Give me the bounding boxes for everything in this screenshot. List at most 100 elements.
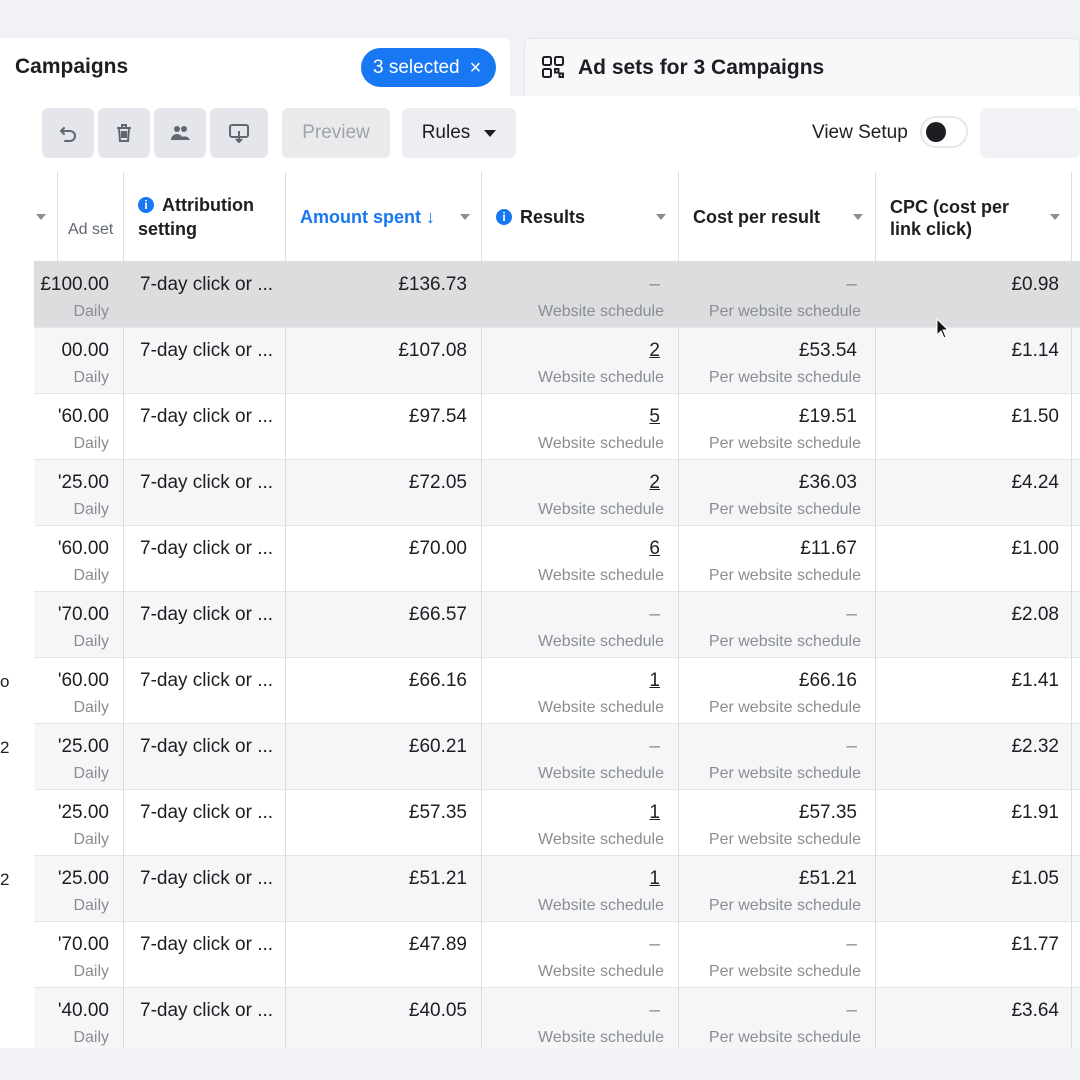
cost-per-result-cell[interactable]: £51.21 Per website schedule <box>679 856 876 922</box>
export-button[interactable] <box>210 108 268 158</box>
amount-spent-cell[interactable]: £40.05 <box>286 988 482 1048</box>
results-cell[interactable]: 5 Website schedule <box>482 394 679 460</box>
table-row[interactable]: '60.00 Daily 7-day click or ... £70.00 6 Webs… <box>34 526 1080 592</box>
header-adset[interactable]: Ad set <box>58 172 124 262</box>
header-cost-per-result[interactable]: Cost per result <box>679 172 876 262</box>
cost-per-result-cell[interactable]: £19.51 Per website schedule <box>679 394 876 460</box>
table-row[interactable]: '70.00 Daily 7-day click or ... £47.89 – Webs… <box>34 922 1080 988</box>
toolbar-right-button[interactable] <box>980 108 1080 158</box>
attribution-cell[interactable]: 7-day click or ... <box>124 262 286 328</box>
results-value[interactable]: 5 <box>649 406 660 428</box>
cpc-cell[interactable]: £1.41 <box>876 658 1072 724</box>
attribution-cell[interactable]: 7-day click or ... <box>124 922 286 988</box>
budget-cell[interactable]: '60.00 Daily <box>34 526 124 592</box>
budget-cell[interactable]: '25.00 Daily <box>34 724 124 790</box>
results-cell[interactable]: 2 Website schedule <box>482 328 679 394</box>
cost-per-result-cell[interactable]: £57.35 Per website schedule <box>679 790 876 856</box>
results-cell[interactable]: 1 Website schedule <box>482 790 679 856</box>
table-row[interactable]: '25.00 Daily 7-day click or ... £51.21 1 Webs… <box>34 856 1080 922</box>
cpc-cell[interactable]: £1.50 <box>876 394 1072 460</box>
cost-per-result-cell[interactable]: £36.03 Per website schedule <box>679 460 876 526</box>
view-setup-toggle[interactable] <box>920 116 968 148</box>
cost-per-result-cell[interactable]: – Per website schedule <box>679 922 876 988</box>
amount-spent-cell[interactable]: £72.05 <box>286 460 482 526</box>
results-cell[interactable]: – Website schedule <box>482 724 679 790</box>
attribution-cell[interactable]: 7-day click or ... <box>124 526 286 592</box>
results-cell[interactable]: 2 Website schedule <box>482 460 679 526</box>
results-cell[interactable]: – Website schedule <box>482 922 679 988</box>
table-row[interactable]: '25.00 Daily 7-day click or ... £57.35 1 Webs… <box>34 790 1080 856</box>
attribution-cell[interactable]: 7-day click or ... <box>124 658 286 724</box>
cpc-cell[interactable]: £4.24 <box>876 460 1072 526</box>
cost-per-result-cell[interactable]: £11.67 Per website schedule <box>679 526 876 592</box>
cpc-cell[interactable]: £1.77 <box>876 922 1072 988</box>
results-value[interactable]: 2 <box>649 340 660 362</box>
budget-cell[interactable]: '60.00 Daily <box>34 658 124 724</box>
amount-spent-cell[interactable]: £136.73 <box>286 262 482 328</box>
amount-spent-cell[interactable]: £47.89 <box>286 922 482 988</box>
cpc-cell[interactable]: £0.98 <box>876 262 1072 328</box>
amount-spent-cell[interactable]: £60.21 <box>286 724 482 790</box>
results-cell[interactable]: 6 Website schedule <box>482 526 679 592</box>
undo-button[interactable] <box>42 108 94 158</box>
attribution-cell[interactable]: 7-day click or ... <box>124 592 286 658</box>
table-row[interactable]: '40.00 Daily 7-day click or ... £40.05 – Webs… <box>34 988 1080 1048</box>
cpc-cell[interactable]: £1.14 <box>876 328 1072 394</box>
cost-per-result-cell[interactable]: – Per website schedule <box>679 988 876 1048</box>
results-value[interactable]: 2 <box>649 472 660 494</box>
cost-per-result-cell[interactable]: – Per website schedule <box>679 262 876 328</box>
table-row[interactable]: '25.00 Daily 7-day click or ... £72.05 2 Webs… <box>34 460 1080 526</box>
results-cell[interactable]: 1 Website schedule <box>482 856 679 922</box>
budget-cell[interactable]: '70.00 Daily <box>34 592 124 658</box>
results-value[interactable]: 1 <box>649 670 660 692</box>
header-cpc[interactable]: CPC (cost per link click) <box>876 172 1072 262</box>
amount-spent-cell[interactable]: £107.08 <box>286 328 482 394</box>
delete-button[interactable] <box>98 108 150 158</box>
budget-cell[interactable]: '60.00 Daily <box>34 394 124 460</box>
table-row[interactable]: '60.00 Daily 7-day click or ... £97.54 5 Webs… <box>34 394 1080 460</box>
header-attribution[interactable]: i Attribution setting <box>124 172 286 262</box>
attribution-cell[interactable]: 7-day click or ... <box>124 988 286 1048</box>
cpc-cell[interactable]: £2.32 <box>876 724 1072 790</box>
cost-per-result-cell[interactable]: – Per website schedule <box>679 592 876 658</box>
tab-campaigns[interactable]: Campaigns 3 selected × <box>0 38 510 96</box>
amount-spent-cell[interactable]: £66.57 <box>286 592 482 658</box>
results-cell[interactable]: 1 Website schedule <box>482 658 679 724</box>
attribution-cell[interactable]: 7-day click or ... <box>124 460 286 526</box>
cost-per-result-cell[interactable]: £66.16 Per website schedule <box>679 658 876 724</box>
rules-button[interactable]: Rules <box>402 108 516 158</box>
budget-cell[interactable]: '25.00 Daily <box>34 460 124 526</box>
results-cell[interactable]: – Website schedule <box>482 592 679 658</box>
cost-per-result-cell[interactable]: – Per website schedule <box>679 724 876 790</box>
budget-cell[interactable]: '40.00 Daily <box>34 988 124 1048</box>
cost-per-result-cell[interactable]: £53.54 Per website schedule <box>679 328 876 394</box>
attribution-cell[interactable]: 7-day click or ... <box>124 724 286 790</box>
budget-cell[interactable]: £100.00 Daily <box>34 262 124 328</box>
amount-spent-cell[interactable]: £57.35 <box>286 790 482 856</box>
table-row[interactable]: '25.00 Daily 7-day click or ... £60.21 – Webs… <box>34 724 1080 790</box>
budget-cell[interactable]: '25.00 Daily <box>34 856 124 922</box>
cpc-cell[interactable]: £1.00 <box>876 526 1072 592</box>
amount-spent-cell[interactable]: £70.00 <box>286 526 482 592</box>
header-cell-prev[interactable] <box>34 172 58 262</box>
tab-adsets[interactable]: Ad sets for 3 Campaigns <box>524 38 1080 96</box>
amount-spent-cell[interactable]: £97.54 <box>286 394 482 460</box>
amount-spent-cell[interactable]: £66.16 <box>286 658 482 724</box>
results-value[interactable]: 1 <box>649 868 660 890</box>
amount-spent-cell[interactable]: £51.21 <box>286 856 482 922</box>
audience-button[interactable] <box>154 108 206 158</box>
budget-cell[interactable]: 00.00 Daily <box>34 328 124 394</box>
table-row[interactable]: '70.00 Daily 7-day click or ... £66.57 – Webs… <box>34 592 1080 658</box>
table-row[interactable]: '60.00 Daily 7-day click or ... £66.16 1 Webs… <box>34 658 1080 724</box>
results-value[interactable]: 6 <box>649 538 660 560</box>
cpc-cell[interactable]: £1.05 <box>876 856 1072 922</box>
budget-cell[interactable]: '25.00 Daily <box>34 790 124 856</box>
table-row[interactable]: 00.00 Daily 7-day click or ... £107.08 2 Webs… <box>34 328 1080 394</box>
attribution-cell[interactable]: 7-day click or ... <box>124 394 286 460</box>
cpc-cell[interactable]: £1.91 <box>876 790 1072 856</box>
results-cell[interactable]: – Website schedule <box>482 262 679 328</box>
selected-pill[interactable]: 3 selected × <box>361 48 496 87</box>
table-row[interactable]: £100.00 Daily 7-day click or ... £136.73 – We… <box>34 262 1080 328</box>
attribution-cell[interactable]: 7-day click or ... <box>124 328 286 394</box>
results-cell[interactable]: – Website schedule <box>482 988 679 1048</box>
